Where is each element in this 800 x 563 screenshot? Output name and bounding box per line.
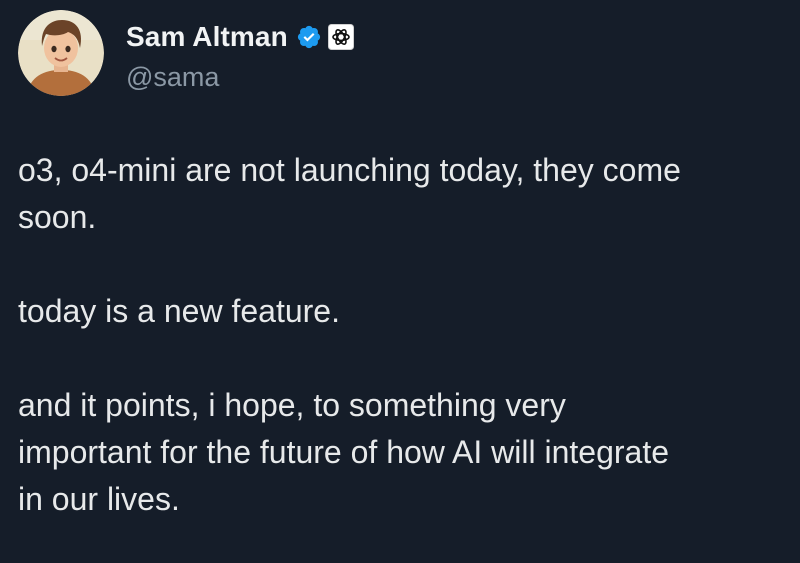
author-identity: Sam Altman @sama <box>126 20 354 93</box>
tweet-paragraph: and it points, i hope, to something very… <box>18 387 669 517</box>
tweet-paragraph: today is a new feature. <box>18 293 340 329</box>
author-handle[interactable]: @sama <box>126 62 354 93</box>
avatar[interactable] <box>18 10 104 96</box>
verified-check-icon <box>297 25 320 49</box>
tweet-card: Sam Altman @sama o3, o4-mini are not lau… <box>0 0 800 563</box>
openai-logo-icon[interactable] <box>327 24 354 50</box>
name-row: Sam Altman <box>126 20 354 54</box>
tweet-paragraph: o3, o4-mini are not launching today, the… <box>18 152 681 235</box>
tweet-text: o3, o4-mini are not launching today, the… <box>18 147 788 523</box>
author-display-name[interactable]: Sam Altman <box>126 21 288 53</box>
tweet-header: Sam Altman @sama <box>18 10 354 100</box>
